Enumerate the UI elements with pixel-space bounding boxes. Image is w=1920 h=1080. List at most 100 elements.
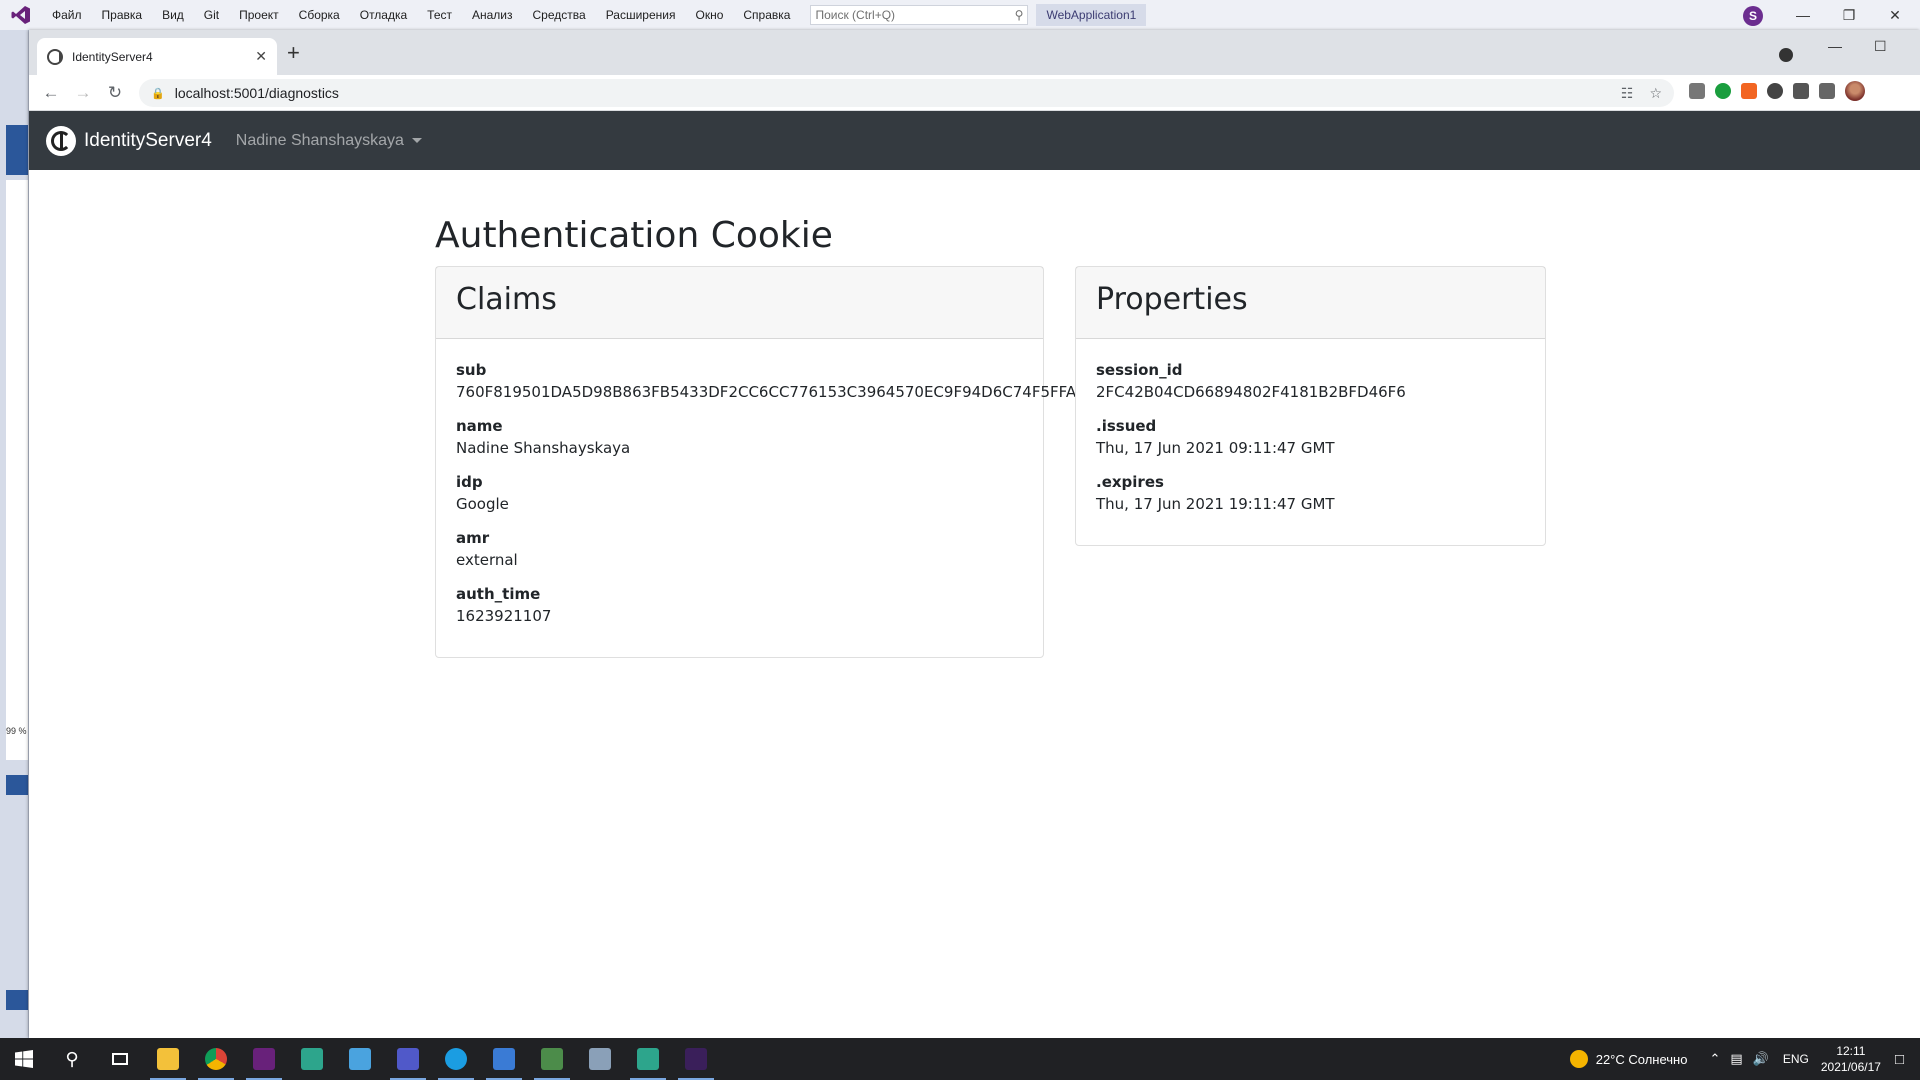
extensions-puzzle-icon[interactable] xyxy=(1793,83,1809,99)
address-bar[interactable]: 🔒 localhost:5001/diagnostics ☷ ☆ xyxy=(139,79,1674,107)
volume-icon[interactable]: 🔊 xyxy=(1753,1051,1769,1067)
vs-account-avatar[interactable]: S xyxy=(1743,6,1763,26)
extension-b-icon[interactable] xyxy=(1741,83,1757,99)
typora-second-icon[interactable] xyxy=(624,1038,672,1080)
vs-menu-git[interactable]: Git xyxy=(194,0,229,30)
weather-sun-icon[interactable] xyxy=(1569,1050,1588,1068)
vs-search-box[interactable]: Поиск (Ctrl+Q) ⚲ xyxy=(810,5,1029,25)
browser-toolbar: ← → ↻ 🔒 localhost:5001/diagnostics ☷ ☆ xyxy=(29,75,1920,111)
site-brand[interactable]: IdentityServer4 xyxy=(46,125,212,156)
teams-icon[interactable] xyxy=(384,1038,432,1080)
browser-minimize-icon[interactable]: — xyxy=(1828,38,1842,54)
task-view-icon[interactable] xyxy=(96,1038,144,1080)
claim-key: auth_time xyxy=(456,585,541,603)
vs-panel-tab[interactable] xyxy=(6,125,28,175)
claim-value: Google xyxy=(456,495,509,513)
file-explorer-icon[interactable] xyxy=(144,1038,192,1080)
vs-zoom-level: 99 % xyxy=(6,726,27,736)
clock-time: 12:11 xyxy=(1836,1044,1866,1058)
claim-value: 760F819501DA5D98B863FB5433DF2CC6CC776153… xyxy=(456,383,1077,401)
claim-key: amr xyxy=(456,529,490,547)
windows-start-icon[interactable] xyxy=(0,1038,48,1080)
vs-menu-project[interactable]: Проект xyxy=(229,0,289,30)
browser-window: IdentityServer4 ✕ + — ☐ ← → ↻ 🔒 localhos… xyxy=(29,30,1920,1038)
notes-app-icon[interactable] xyxy=(336,1038,384,1080)
extension-camera-icon[interactable] xyxy=(1689,83,1705,99)
minimize-icon[interactable]: — xyxy=(1780,0,1826,30)
vs-menu-extensions[interactable]: Расширения xyxy=(596,0,686,30)
calculator-app-icon[interactable] xyxy=(528,1038,576,1080)
vs-menu-edit[interactable]: Правка xyxy=(92,0,153,30)
reload-icon[interactable]: ↻ xyxy=(99,79,131,107)
tab-search-icon[interactable] xyxy=(1779,48,1793,62)
clock-date: 2021/06/17 xyxy=(1820,1060,1881,1074)
vs-menu-file[interactable]: Файл xyxy=(42,0,92,30)
search-icon[interactable]: ⚲ xyxy=(48,1038,96,1080)
back-icon[interactable]: ← xyxy=(35,79,67,107)
property-key: .expires xyxy=(1096,473,1164,491)
page-viewport: IdentityServer4 Nadine Shanshayskaya Aut… xyxy=(29,111,1920,1038)
restore-icon[interactable]: ❐ xyxy=(1826,0,1872,30)
vs-menu-debug[interactable]: Отладка xyxy=(350,0,417,30)
property-key: session_id xyxy=(1096,361,1183,379)
bookmark-star-icon[interactable]: ☆ xyxy=(1649,85,1662,102)
vs-panel-tab-2[interactable] xyxy=(6,775,28,795)
property-value: Thu, 17 Jun 2021 19:11:47 GMT xyxy=(1096,495,1335,513)
properties-card: Properties session_id 2FC42B04CD66894802… xyxy=(1075,266,1546,546)
notifications-icon[interactable]: □ xyxy=(1895,1051,1904,1068)
properties-heading: Properties xyxy=(1096,282,1248,317)
properties-card-header: Properties xyxy=(1076,267,1545,339)
property-value: 2FC42B04CD66894802F4181B2BFD46F6 xyxy=(1096,383,1406,401)
remote-desktop-icon[interactable] xyxy=(480,1038,528,1080)
extension-puzzle-group-icon[interactable] xyxy=(1767,83,1783,99)
lock-icon[interactable]: 🔒 xyxy=(151,87,165,100)
language-indicator[interactable]: ENG xyxy=(1783,1052,1809,1066)
vs-menu-bar: Файл Правка Вид Git Проект Сборка Отладк… xyxy=(0,0,1920,30)
vs-panel-body xyxy=(6,180,28,760)
user-name: Nadine Shanshayskaya xyxy=(235,131,404,149)
reading-list-icon[interactable] xyxy=(1819,83,1835,99)
system-tray: 22°C Солнечно ⌃ ▤ 🔊 ENG 12:11 2021/06/17… xyxy=(1569,1038,1920,1080)
terminal-icon[interactable] xyxy=(672,1038,720,1080)
visual-studio-logo-icon[interactable] xyxy=(0,0,42,30)
translate-icon[interactable]: ☷ xyxy=(1621,85,1634,102)
url-text: localhost:5001/diagnostics xyxy=(174,85,339,101)
user-dropdown[interactable]: Nadine Shanshayskaya xyxy=(236,132,422,150)
new-tab-icon[interactable]: + xyxy=(287,42,300,64)
vs-menu-help[interactable]: Справка xyxy=(733,0,800,30)
edge-icon[interactable] xyxy=(432,1038,480,1080)
vs-menu-view[interactable]: Вид xyxy=(152,0,194,30)
vs-menu-analyze[interactable]: Анализ xyxy=(462,0,523,30)
forward-icon[interactable]: → xyxy=(67,79,99,107)
chrome-icon[interactable] xyxy=(192,1038,240,1080)
clock[interactable]: 12:11 2021/06/17 xyxy=(1821,1043,1881,1075)
browser-tab[interactable]: IdentityServer4 ✕ xyxy=(37,38,277,75)
network-app-icon[interactable] xyxy=(576,1038,624,1080)
identityserver-logo-icon xyxy=(46,125,76,156)
site-navbar: IdentityServer4 Nadine Shanshayskaya xyxy=(29,111,1920,170)
claims-list: sub 760F819501DA5D98B863FB5433DF2CC6CC77… xyxy=(456,359,1077,627)
browser-maximize-icon[interactable]: ☐ xyxy=(1874,38,1887,55)
vs-menu-tools[interactable]: Средства xyxy=(523,0,596,30)
close-icon[interactable]: ✕ xyxy=(1872,0,1918,30)
weather-text[interactable]: 22°C Солнечно xyxy=(1596,1052,1688,1067)
vs-panel-tab-3[interactable] xyxy=(6,990,28,1010)
claims-heading: Claims xyxy=(456,282,557,317)
claim-value: 1623921107 xyxy=(456,607,552,625)
tab-strip: IdentityServer4 ✕ + — ☐ xyxy=(29,30,1920,75)
profile-avatar[interactable] xyxy=(1845,81,1865,101)
visual-studio-icon[interactable] xyxy=(240,1038,288,1080)
page-title: Authentication Cookie xyxy=(435,215,833,256)
vs-menu-test[interactable]: Тест xyxy=(417,0,462,30)
windows-taskbar: ⚲ 22°C Солнечно ⌃ ▤ 🔊 ENG 12:11 2021/06/… xyxy=(0,1038,1920,1080)
tab-close-icon[interactable]: ✕ xyxy=(255,48,267,65)
network-icon[interactable]: ▤ xyxy=(1730,1051,1742,1067)
extension-shield-icon[interactable] xyxy=(1715,83,1731,99)
typora-icon[interactable] xyxy=(288,1038,336,1080)
claim-value: external xyxy=(456,551,518,569)
vs-menu-window[interactable]: Окно xyxy=(685,0,733,30)
tray-chevron-icon[interactable]: ⌃ xyxy=(1709,1051,1720,1067)
claim-key: idp xyxy=(456,473,483,491)
vs-menu-build[interactable]: Сборка xyxy=(289,0,350,30)
claims-card-header: Claims xyxy=(436,267,1043,339)
